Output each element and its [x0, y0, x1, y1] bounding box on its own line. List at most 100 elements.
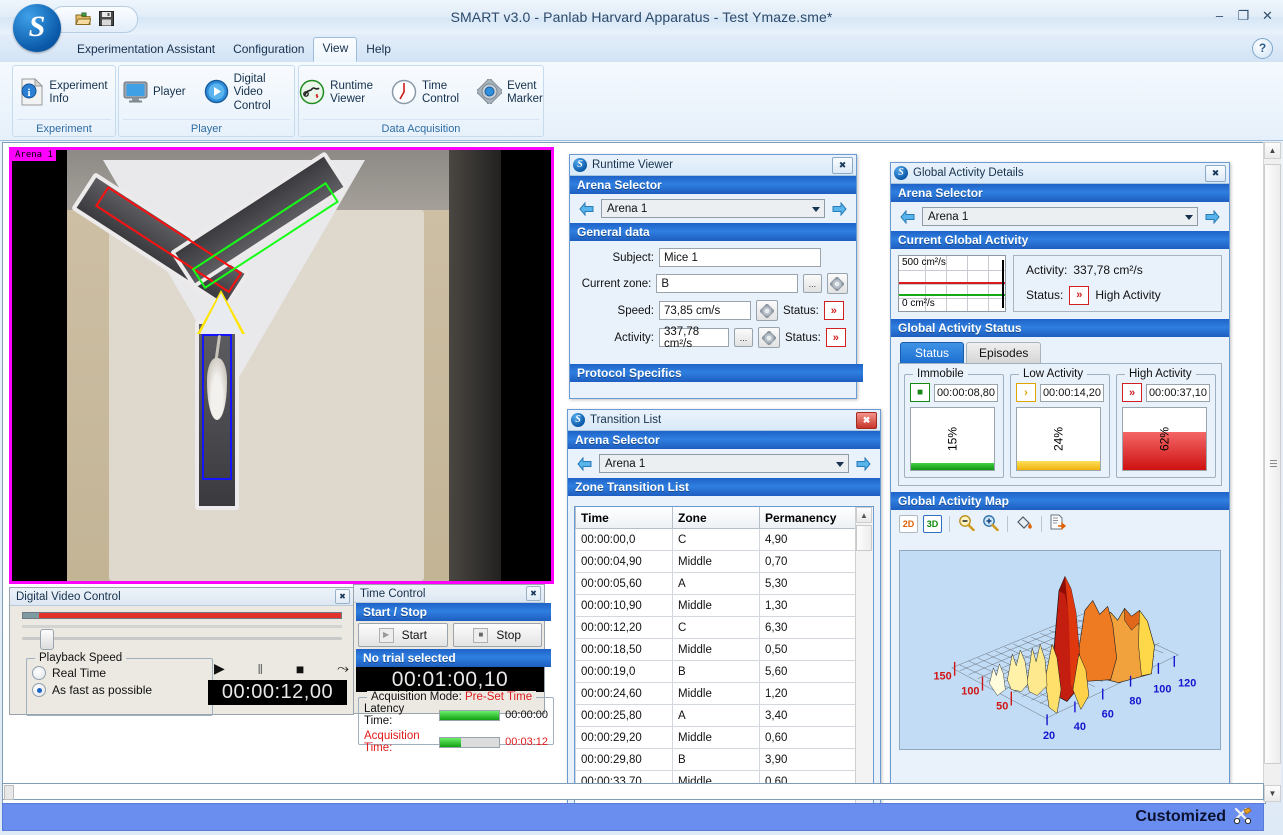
fill-color-icon[interactable]	[1015, 514, 1034, 534]
open-icon[interactable]	[75, 12, 91, 28]
export-icon[interactable]	[1049, 514, 1068, 534]
rv-activity-settings-gear-icon[interactable]	[758, 327, 780, 348]
start-button[interactable]: ▶ Start	[358, 623, 448, 647]
cell-time: 00:00:29,80	[576, 749, 673, 771]
stop-icon[interactable]: ■	[296, 661, 304, 677]
step-forward-icon[interactable]: ⤳	[337, 660, 349, 677]
acquisition-mode-group: Acquisition Mode: Pre-Set Time Latency T…	[358, 697, 554, 745]
minimize-button[interactable]: –	[1212, 8, 1227, 23]
menu-view[interactable]: View	[313, 37, 357, 62]
col-zone[interactable]: Zone	[673, 507, 760, 529]
table-row[interactable]: 00:00:18,50Middle0,50>>	[576, 639, 857, 661]
gad-close-button[interactable]: ✖	[1205, 165, 1226, 182]
seek-knob[interactable]	[40, 629, 54, 650]
pause-icon[interactable]: ‖	[257, 661, 263, 677]
tab-status[interactable]: Status	[900, 342, 964, 363]
workspace-vertical-scrollbar[interactable]: ▲ ▼	[1263, 142, 1281, 802]
save-icon[interactable]	[99, 11, 114, 28]
transition-list-title-bar[interactable]: S Transition List ✖	[568, 410, 880, 431]
play-icon[interactable]: ▶	[214, 660, 225, 677]
video-canvas: Arena 1	[12, 150, 551, 581]
prev-arena-icon[interactable]	[576, 456, 593, 472]
transition-list-title: Transition List	[590, 414, 856, 426]
transition-list-close-button[interactable]: ✖	[856, 412, 877, 429]
cell-time: 00:00:19,0	[576, 661, 673, 683]
radio-as-fast-as-possible[interactable]: As fast as possible	[32, 683, 207, 697]
rv-zone-browse-button[interactable]: ...	[803, 274, 821, 293]
table-row[interactable]: 00:00:24,60Middle1,20>>	[576, 683, 857, 705]
rv-arena-combo[interactable]: Arena 1	[601, 199, 825, 218]
menu-configuration[interactable]: Configuration	[224, 38, 313, 62]
next-arena-icon[interactable]	[855, 456, 872, 472]
gad-title-bar[interactable]: S Global Activity Details ✖	[891, 163, 1229, 184]
status-bar-text: Customized	[1135, 808, 1226, 826]
scroll-down-icon[interactable]: ▼	[1264, 785, 1281, 802]
table-row[interactable]: 00:00:10,90Middle1,30>>	[576, 595, 857, 617]
table-row[interactable]: 00:00:04,90Middle0,70>>	[576, 551, 857, 573]
map-3d-button[interactable]: 3D	[923, 515, 942, 533]
scroll-up-icon[interactable]: ▲	[856, 507, 872, 523]
rv-speed-status-label: Status:	[783, 305, 819, 317]
col-permanency[interactable]: Permanency	[760, 507, 857, 529]
prev-arena-icon[interactable]	[578, 201, 595, 217]
video-progress-bar[interactable]	[22, 612, 342, 620]
ribbon-button-runtime-viewer[interactable]: RuntimeViewer	[295, 77, 377, 110]
rv-speed-settings-gear-icon[interactable]	[756, 300, 778, 321]
runtime-viewer-title-bar[interactable]: S Runtime Viewer ✖	[570, 155, 856, 176]
transition-list-scrollbar[interactable]: ▲ ▼	[855, 507, 873, 804]
prev-arena-icon[interactable]	[899, 209, 916, 225]
next-arena-icon[interactable]	[831, 201, 848, 217]
ribbon-button-player[interactable]: Player	[119, 79, 190, 108]
card-title: Low Activity	[1019, 368, 1087, 380]
workspace-horizontal-scrollbar[interactable]	[2, 783, 1264, 800]
rv-speed-input[interactable]: 73,85 cm/s	[659, 301, 751, 320]
scroll-up-icon[interactable]: ▲	[1264, 142, 1281, 159]
table-row[interactable]: 00:00:12,20C6,30>>	[576, 617, 857, 639]
global-activity-map-canvas[interactable]: 150 100 50 20 40 60 80 100	[899, 550, 1221, 750]
runtime-viewer-close-button[interactable]: ✖	[832, 157, 853, 174]
table-row[interactable]: 00:00:19,0B5,60>>	[576, 661, 857, 683]
time-control-close-icon[interactable]: ✖	[526, 586, 541, 601]
ribbon-button-event-marker[interactable]: EventMarker	[473, 77, 547, 109]
scroll-grip-icon	[1270, 460, 1277, 468]
col-time[interactable]: Time	[576, 507, 673, 529]
rv-subject-input[interactable]: Mice 1	[659, 248, 821, 267]
menu-help[interactable]: Help	[357, 38, 400, 62]
radio-real-time[interactable]: Real Time	[32, 666, 207, 680]
next-arena-icon[interactable]	[1204, 209, 1221, 225]
rv-activity-input[interactable]: 337,78 cm²/s	[659, 328, 729, 347]
rv-zone-settings-gear-icon[interactable]	[827, 273, 848, 294]
ribbon-button-experiment-info[interactable]: i ExperimentInfo	[16, 76, 111, 111]
cell-permanency: 0,70	[760, 551, 857, 573]
help-icon[interactable]: ?	[1252, 38, 1273, 59]
zoom-in-icon[interactable]	[981, 514, 1000, 534]
ribbon-button-time-control[interactable]: TimeControl	[387, 77, 463, 110]
menu-experimentation-assistant[interactable]: Experimentation Assistant	[68, 38, 224, 62]
rv-activity-browse-button[interactable]: ...	[734, 328, 753, 347]
ribbon-button-digital-video-control[interactable]: Digital VideoControl	[200, 71, 294, 115]
close-button[interactable]: ✕	[1260, 8, 1275, 23]
dvc-close-icon[interactable]: ✖	[335, 589, 350, 604]
table-row[interactable]: 00:00:29,80B3,90>>	[576, 749, 857, 771]
table-row[interactable]: 00:00:25,80A3,40>>	[576, 705, 857, 727]
table-row[interactable]: 00:00:05,60A5,30>>	[576, 573, 857, 595]
gad-arena-combo[interactable]: Arena 1	[922, 207, 1198, 226]
tab-episodes[interactable]: Episodes	[966, 342, 1041, 363]
title-bar: SMART v3.0 - Panlab Harvard Apparatus - …	[0, 0, 1283, 35]
window-logo-icon: S	[571, 413, 585, 427]
table-row[interactable]: 00:00:00,0C4,90>>	[576, 529, 857, 551]
status-card-high-activity: High Activity » 00:00:37,10 62%	[1116, 374, 1216, 478]
video-arena-view[interactable]: Arena 1	[9, 147, 554, 584]
workspace-scroll-thumb[interactable]	[1264, 164, 1281, 764]
video-seek-slider[interactable]	[22, 637, 342, 640]
status-card-low-activity: Low Activity › 00:00:14,20 24%	[1010, 374, 1110, 478]
stop-button[interactable]: ■ Stop	[453, 623, 543, 647]
maximize-button[interactable]: ❐	[1236, 8, 1251, 23]
table-row[interactable]: 00:00:29,20Middle0,60>>	[576, 727, 857, 749]
workspace-hscroll-thumb[interactable]	[4, 785, 14, 800]
rv-current-zone-input[interactable]: B	[656, 274, 798, 293]
scroll-thumb[interactable]	[856, 525, 872, 551]
tl-arena-combo[interactable]: Arena 1	[599, 454, 849, 473]
zoom-out-icon[interactable]	[957, 514, 976, 534]
map-2d-button[interactable]: 2D	[899, 515, 918, 533]
